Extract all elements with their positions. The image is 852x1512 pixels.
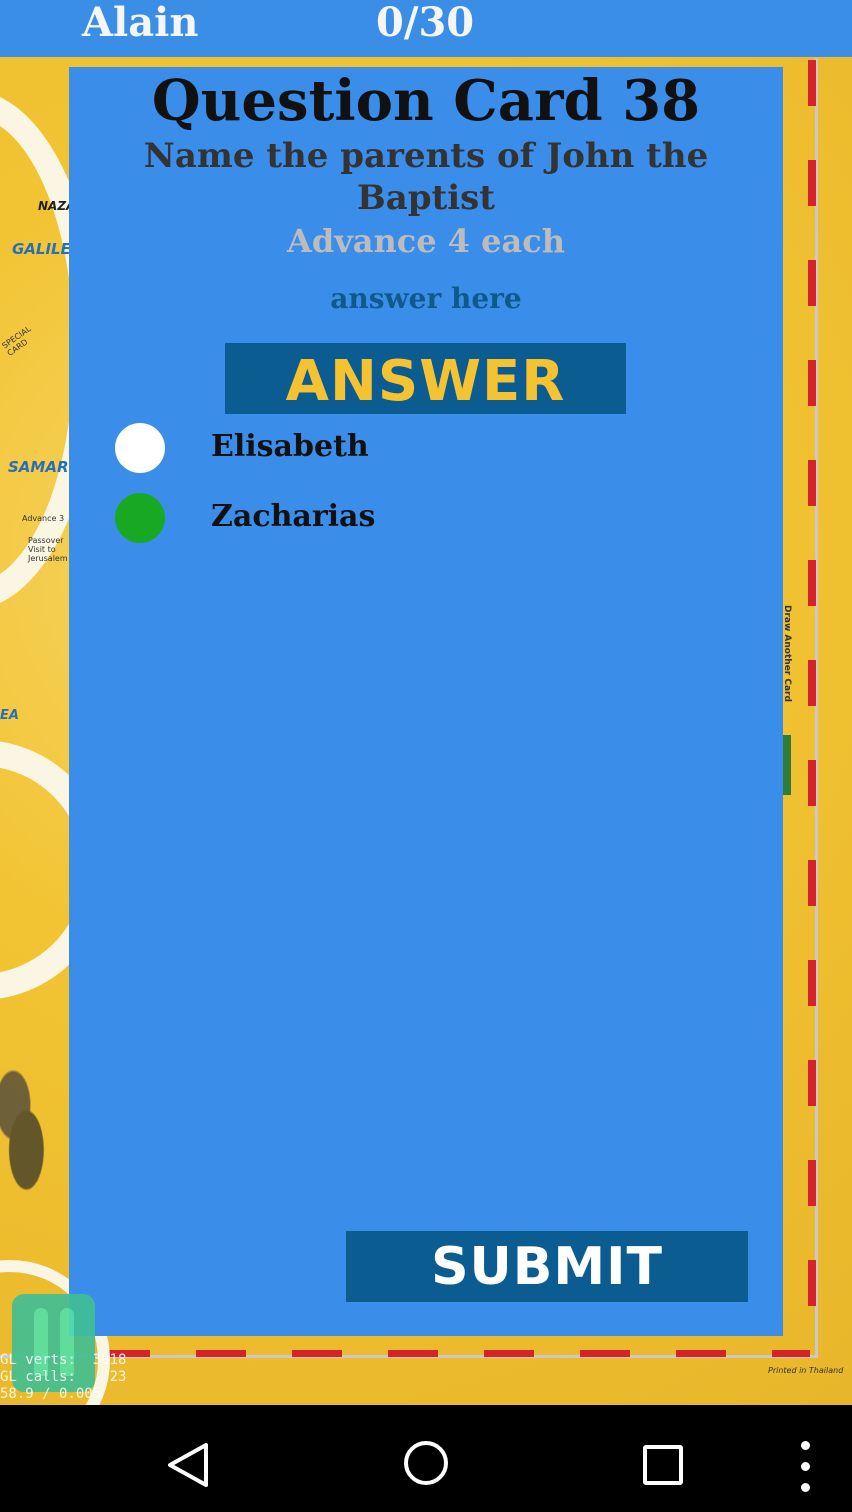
- board-space-text: Advance 3: [22, 514, 65, 523]
- choice-radio[interactable]: [115, 423, 165, 473]
- choice-label: Zacharias: [211, 499, 376, 534]
- submit-button[interactable]: SUBMIT: [346, 1231, 748, 1302]
- navigation-bar: [0, 1405, 852, 1512]
- top-status-bar: Alain 0/30: [0, 0, 852, 57]
- card-title: Question Card 38: [151, 68, 701, 134]
- question-card: Question Card 38 Name the parents of Joh…: [69, 67, 783, 1336]
- board-dashed-border-right: [808, 60, 816, 1350]
- board-space-text: Passover Visit to Jerusalem: [28, 536, 68, 563]
- board-dashed-border-bottom: [100, 1350, 810, 1357]
- choice-label: Elisabeth: [211, 429, 369, 464]
- overflow-menu-icon[interactable]: [797, 1441, 813, 1493]
- answer-button[interactable]: ANSWER: [225, 343, 626, 414]
- board-print-text: Printed in Thailand: [768, 1366, 844, 1375]
- home-icon[interactable]: [404, 1441, 448, 1485]
- board-region-label: GALILE: [12, 240, 71, 258]
- answer-choice[interactable]: Zacharias: [115, 493, 675, 543]
- choice-radio[interactable]: [115, 493, 165, 543]
- board-region-label: SAMAR: [8, 458, 69, 476]
- player-name: Alain: [82, 0, 199, 46]
- board-side-text: Draw Another Card: [782, 605, 792, 702]
- question-text: Name the parents of John the Baptist: [143, 136, 709, 218]
- recents-icon[interactable]: [643, 1445, 683, 1485]
- board-green-marker: [783, 735, 791, 795]
- debug-stats: GL verts: 3018 GL calls: 23 58.9 / 0.005: [0, 1352, 127, 1402]
- game-screen: GALILE SAMAR NAZA EA ILL Advance 3 Passo…: [0, 0, 852, 1512]
- reward-text: Advance 4 each: [286, 222, 566, 260]
- board-illustration: [0, 1060, 66, 1210]
- back-icon[interactable]: [166, 1441, 210, 1489]
- answer-prompt: answer here: [330, 282, 522, 315]
- answer-choice[interactable]: Elisabeth: [115, 423, 675, 473]
- score-counter: 0/30: [376, 0, 475, 46]
- board-region-label: EA: [0, 708, 19, 723]
